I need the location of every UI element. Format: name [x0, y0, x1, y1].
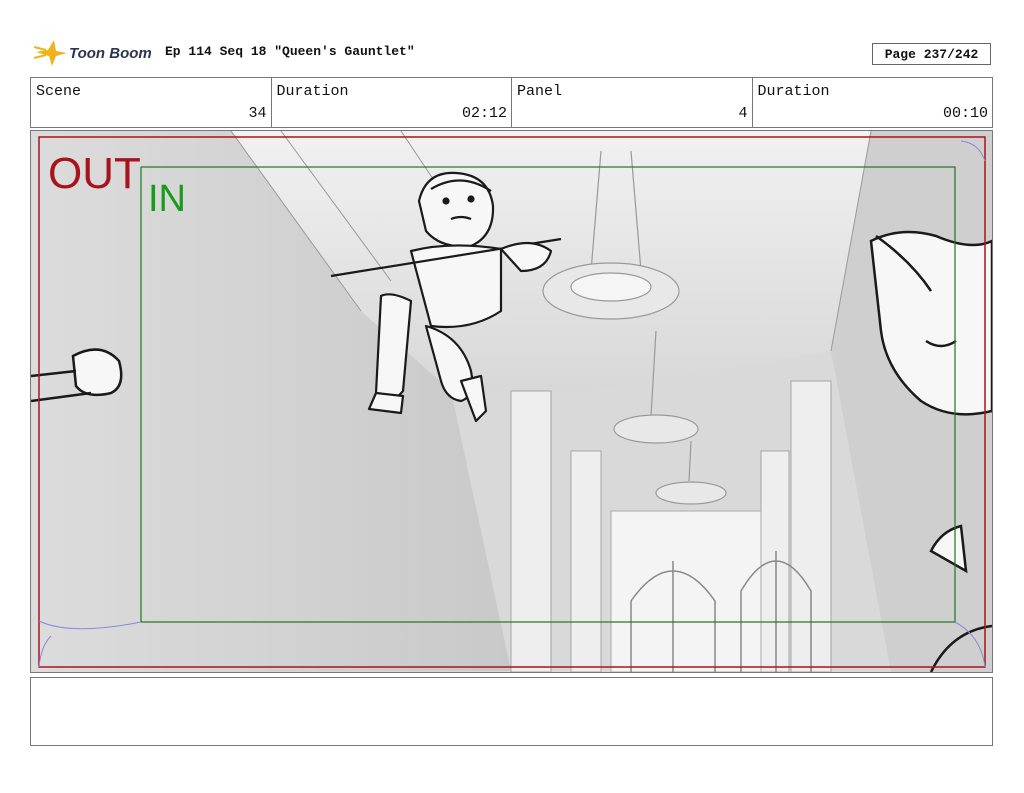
- episode-title: Ep 114 Seq 18 "Queen's Gauntlet": [165, 44, 415, 59]
- in-frame-label: IN: [148, 178, 186, 220]
- scene-cell: Scene 34: [31, 78, 272, 127]
- logo-text: Toon Boom: [69, 44, 152, 62]
- toon-boom-logo: Toon Boom: [34, 38, 159, 68]
- scene-value: 34: [248, 105, 267, 122]
- panel-value: 4: [738, 105, 748, 122]
- scene-label: Scene: [36, 83, 82, 100]
- panel-notes-box[interactable]: [30, 677, 993, 746]
- far-wall: [610, 510, 762, 672]
- panel-duration-value: 00:10: [942, 105, 988, 122]
- panel-cell: Panel 4: [512, 78, 753, 127]
- panel-duration-label: Duration: [757, 83, 830, 100]
- panel-duration-cell: Duration 00:10: [753, 78, 993, 127]
- scene-duration-value: 02:12: [461, 105, 507, 122]
- scene-duration-label: Duration: [276, 83, 349, 100]
- scene-duration-cell: Duration 02:12: [272, 78, 512, 127]
- toon-boom-star-icon: [34, 40, 67, 66]
- scene-info-table: Scene 34 Duration 02:12 Panel 4 Duration…: [30, 77, 993, 128]
- panel-label: Panel: [517, 83, 563, 100]
- page-number: Page 237/242: [872, 43, 991, 65]
- out-frame-label: OUT: [48, 149, 141, 198]
